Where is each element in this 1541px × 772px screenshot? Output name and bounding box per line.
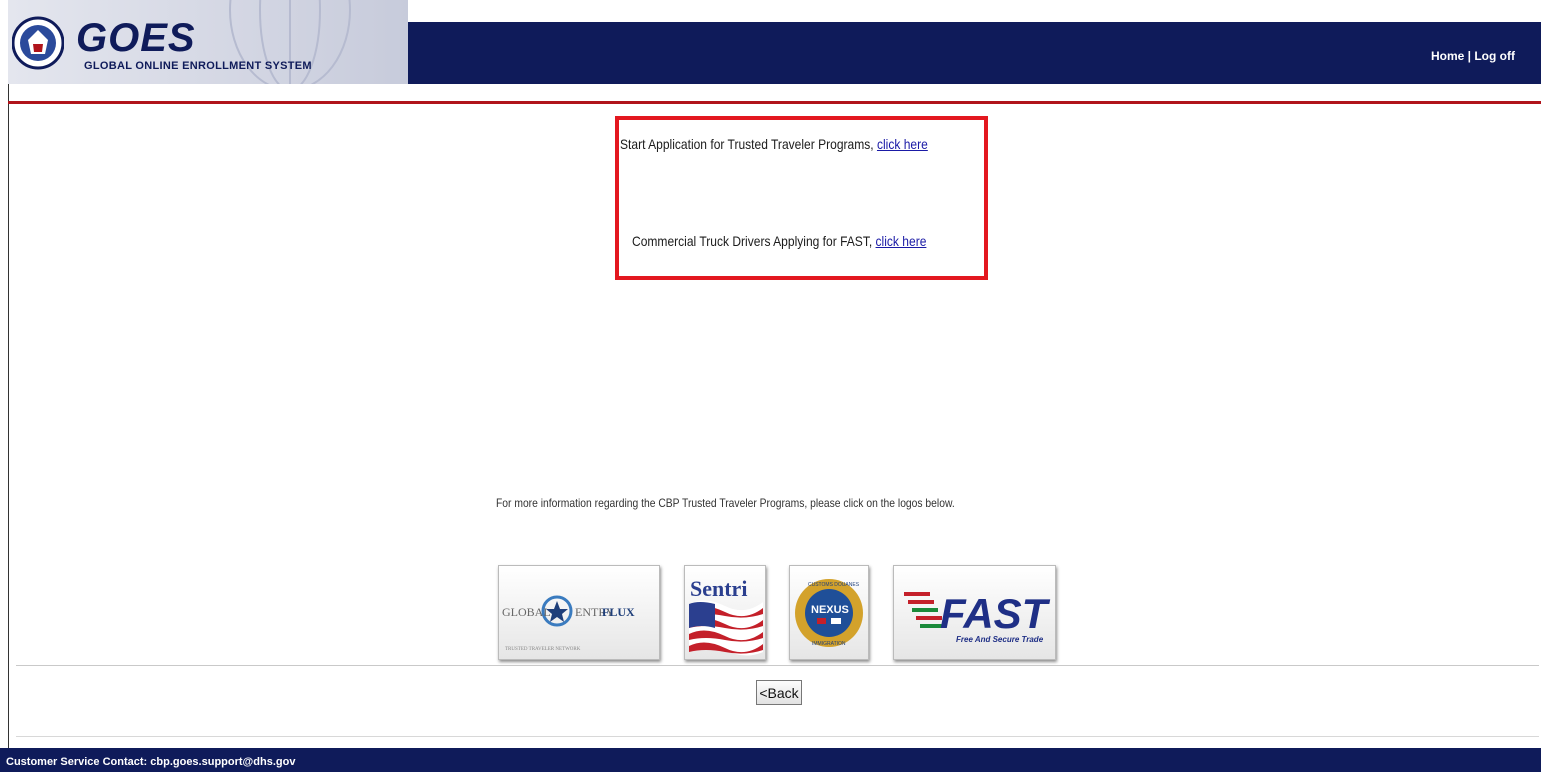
fast-logo-graphic: FAST Free And Secure Trade bbox=[904, 590, 1051, 644]
global-entry-sub-text: TRUSTED TRAVELER NETWORK bbox=[505, 647, 581, 652]
sentri-text: Sentri bbox=[690, 576, 747, 601]
sentri-flag-graphic: Sentri bbox=[689, 576, 763, 656]
fast-application-line: Commercial Truck Drivers Applying for FA… bbox=[632, 233, 926, 249]
back-button[interactable]: <Back bbox=[756, 680, 802, 705]
start-application-line: Start Application for Trusted Traveler P… bbox=[620, 136, 928, 152]
fast-application-text: Commercial Truck Drivers Applying for FA… bbox=[632, 233, 873, 249]
info-text: For more information regarding the CBP T… bbox=[496, 496, 955, 510]
dhs-seal-icon bbox=[12, 16, 64, 70]
nexus-logo[interactable]: NEXUS CUSTOMS DOUANES IMMIGRATION bbox=[789, 565, 869, 660]
sentri-logo[interactable]: Sentri bbox=[684, 565, 766, 660]
nexus-text: NEXUS bbox=[811, 604, 849, 616]
logoff-link[interactable]: Log off bbox=[1474, 49, 1515, 63]
start-application-text: Start Application for Trusted Traveler P… bbox=[620, 136, 874, 152]
global-entry-left-text: GLOBAL bbox=[502, 605, 551, 619]
start-application-link[interactable]: click here bbox=[877, 136, 928, 152]
home-link[interactable]: Home bbox=[1431, 49, 1464, 63]
header-divider bbox=[8, 101, 1541, 104]
goes-logo-subtitle: GLOBAL ONLINE ENROLLMENT SYSTEM bbox=[84, 60, 312, 72]
footer-divider bbox=[16, 736, 1539, 737]
nexus-bottom-text: IMMIGRATION bbox=[812, 641, 846, 647]
fast-text: FAST bbox=[940, 590, 1051, 637]
nexus-top-text: CUSTOMS DOUANES bbox=[808, 582, 860, 588]
global-entry-logo[interactable]: GLOBAL ENTRY FLUX TRUSTED TRAVELER NETWO… bbox=[498, 565, 660, 660]
fast-logo[interactable]: FAST Free And Secure Trade bbox=[893, 565, 1056, 660]
nav-separator: | bbox=[1467, 49, 1471, 63]
fast-sub-text: Free And Secure Trade bbox=[956, 635, 1044, 644]
fast-application-link[interactable]: click here bbox=[876, 233, 927, 249]
global-entry-flux-text: FLUX bbox=[602, 605, 635, 619]
customer-service-contact: Customer Service Contact: cbp.goes.suppo… bbox=[6, 756, 296, 768]
goes-logo-title: GOES bbox=[76, 16, 196, 60]
nexus-seal-graphic: NEXUS CUSTOMS DOUANES IMMIGRATION bbox=[795, 579, 863, 647]
global-entry-logo-graphic: GLOBAL ENTRY FLUX TRUSTED TRAVELER NETWO… bbox=[502, 595, 644, 652]
content-divider bbox=[16, 665, 1539, 666]
header-nav: Home | Log off bbox=[1431, 49, 1515, 63]
